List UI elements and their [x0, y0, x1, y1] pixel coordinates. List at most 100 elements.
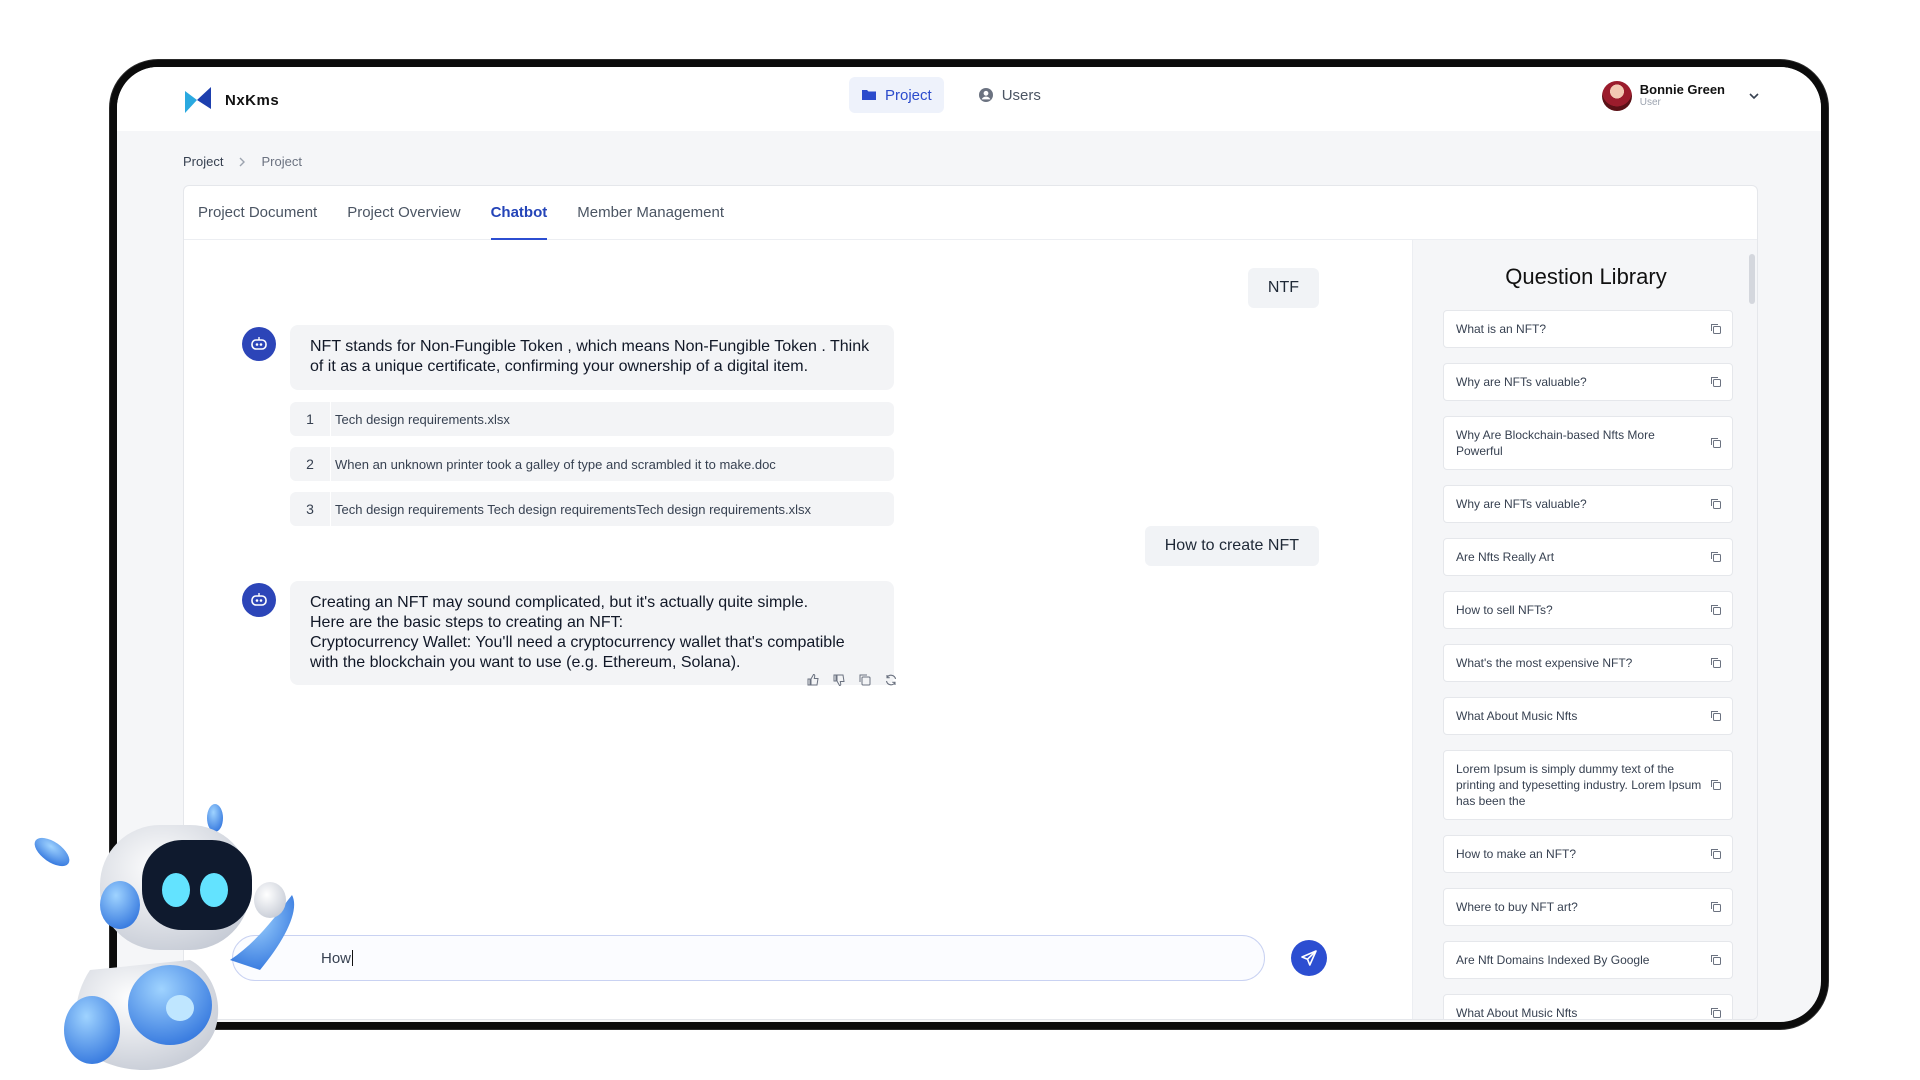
user-message: NTF — [1247, 268, 1319, 308]
breadcrumb-current: Project — [261, 154, 302, 169]
question-text: How to sell NFTs? — [1456, 603, 1553, 617]
question-list: What is an NFT? Why are NFTs valuable? Why… — [1443, 310, 1733, 1020]
copy-icon[interactable] — [1710, 551, 1722, 563]
logo-icon — [185, 87, 211, 113]
copy-icon[interactable] — [1710, 779, 1722, 791]
question-text: Lorem Ipsum is simply dummy text of the … — [1456, 762, 1702, 808]
question-item[interactable]: Are Nft Domains Indexed By Google — [1443, 941, 1733, 979]
app-name: NxKms — [225, 91, 280, 109]
question-item[interactable]: What is an NFT? — [1443, 310, 1733, 348]
reference-name: Tech design requirements Tech design req… — [335, 501, 811, 517]
reference-number: 1 — [306, 411, 314, 427]
tab-chatbot[interactable]: Chatbot — [490, 186, 547, 240]
question-item[interactable]: Where to buy NFT art? — [1443, 888, 1733, 926]
copy-icon[interactable] — [1710, 901, 1722, 913]
reference-number: 2 — [306, 456, 314, 472]
tab-project-overview[interactable]: Project Overview — [347, 186, 460, 239]
question-item[interactable]: Why are NFTs valuable? — [1443, 363, 1733, 401]
copy-icon[interactable] — [1710, 376, 1722, 388]
question-text: What About Music Nfts — [1456, 1006, 1578, 1020]
question-item[interactable]: What About Music Nfts — [1443, 994, 1733, 1020]
reference-list: 1 Tech design requirements.xlsx 2 When an … — [290, 402, 894, 537]
thumbs-down-icon[interactable] — [832, 673, 846, 687]
question-text: Where to buy NFT art? — [1456, 900, 1578, 914]
chat-input-value: How — [321, 949, 352, 967]
copy-icon[interactable] — [1710, 657, 1722, 669]
breadcrumb: Project Project — [183, 154, 302, 169]
nav-tab-users[interactable]: Users — [966, 77, 1053, 113]
app-logo[interactable]: NxKms — [183, 85, 279, 115]
question-text: Why are NFTs valuable? — [1456, 375, 1587, 389]
nav-tab-project[interactable]: Project — [849, 77, 944, 113]
user-role: User — [1639, 97, 1661, 108]
copy-icon[interactable] — [1710, 437, 1722, 449]
copy-icon[interactable] — [1710, 323, 1722, 335]
reference-item[interactable]: 3 Tech design requirements Tech design re… — [290, 492, 894, 526]
bot-message: Creating an NFT may sound complicated, b… — [290, 581, 894, 685]
bot-message: NFT stands for Non-Fungible Token , whic… — [290, 325, 894, 390]
question-text: What About Music Nfts — [1456, 709, 1578, 723]
project-card: Project Document Project Overview Chatbo… — [183, 185, 1758, 1020]
chevron-down-icon[interactable] — [1747, 89, 1761, 103]
question-text: What is an NFT? — [1456, 322, 1547, 336]
thumbs-up-icon[interactable] — [806, 673, 820, 687]
question-text: Are Nft Domains Indexed By Google — [1456, 953, 1650, 967]
reference-item[interactable]: 1 Tech design requirements.xlsx — [290, 402, 894, 436]
copy-icon[interactable] — [1710, 1007, 1722, 1019]
question-text: How to make an NFT? — [1456, 847, 1577, 861]
main-nav: Project Users — [849, 77, 1053, 113]
project-tabs: Project Document Project Overview Chatbo… — [184, 186, 1757, 240]
avatar — [1601, 81, 1632, 111]
user-info: Bonnie Green User — [1640, 83, 1725, 109]
chat-panel: NTF NFT stands for Non-Fungible Token , … — [184, 240, 1412, 1019]
copy-icon[interactable] — [1710, 498, 1722, 510]
chevron-right-icon — [239, 157, 246, 166]
user-circle-icon — [978, 88, 993, 102]
reference-number: 3 — [306, 501, 314, 517]
question-item[interactable]: What About Music Nfts — [1443, 697, 1733, 735]
question-text: Are Nfts Really Art — [1456, 550, 1555, 564]
question-item[interactable]: Why are NFTs valuable? — [1443, 485, 1733, 523]
question-item[interactable]: Lorem Ipsum is simply dummy text of the … — [1443, 750, 1733, 820]
copy-icon[interactable] — [1710, 604, 1722, 616]
question-text: Why Are Blockchain-based Nfts More Power… — [1456, 428, 1655, 458]
nav-tab-label: Users — [1001, 86, 1041, 104]
scrollbar[interactable] — [1749, 254, 1755, 304]
top-nav: NxKms Project Users Bonnie Green User — [117, 67, 1821, 131]
chat-input[interactable]: How — [232, 935, 1265, 981]
nav-tab-label: Project — [885, 86, 932, 104]
tab-member-management[interactable]: Member Management — [577, 186, 724, 239]
reference-name: Tech design requirements.xlsx — [335, 411, 510, 427]
copy-icon[interactable] — [858, 673, 872, 687]
reference-name: When an unknown printer took a galley of… — [335, 456, 776, 472]
device-frame: NxKms Project Users Bonnie Green User Pr… — [110, 60, 1828, 1029]
send-button[interactable] — [1291, 940, 1327, 976]
message-actions — [806, 673, 898, 687]
bot-avatar-icon — [242, 327, 276, 361]
send-icon — [1301, 950, 1317, 966]
question-text: Why are NFTs valuable? — [1456, 497, 1587, 511]
reference-item[interactable]: 2 When an unknown printer took a galley o… — [290, 447, 894, 481]
copy-icon[interactable] — [1710, 848, 1722, 860]
user-name: Bonnie Green — [1639, 82, 1725, 97]
question-text: What's the most expensive NFT? — [1456, 656, 1633, 670]
question-library: Question Library What is an NFT? Why are … — [1412, 240, 1757, 1020]
breadcrumb-item[interactable]: Project — [183, 154, 223, 169]
tab-project-document[interactable]: Project Document — [198, 186, 317, 239]
robot-icon — [251, 337, 267, 350]
robot-mascot-image — [34, 804, 295, 1070]
question-item[interactable]: How to sell NFTs? — [1443, 591, 1733, 629]
refresh-icon[interactable] — [884, 673, 898, 687]
question-library-title: Question Library — [1505, 264, 1667, 289]
folder-icon — [862, 90, 876, 100]
question-item[interactable]: Are Nfts Really Art — [1443, 538, 1733, 576]
user-message: How to create NFT — [1144, 526, 1319, 566]
user-menu[interactable]: Bonnie Green User — [1601, 81, 1761, 111]
question-item[interactable]: How to make an NFT? — [1443, 835, 1733, 873]
copy-icon[interactable] — [1710, 954, 1722, 966]
robot-icon — [251, 593, 267, 606]
copy-icon[interactable] — [1710, 710, 1722, 722]
question-item[interactable]: Why Are Blockchain-based Nfts More Power… — [1443, 416, 1733, 470]
bot-avatar-icon — [242, 583, 276, 617]
question-item[interactable]: What's the most expensive NFT? — [1443, 644, 1733, 682]
